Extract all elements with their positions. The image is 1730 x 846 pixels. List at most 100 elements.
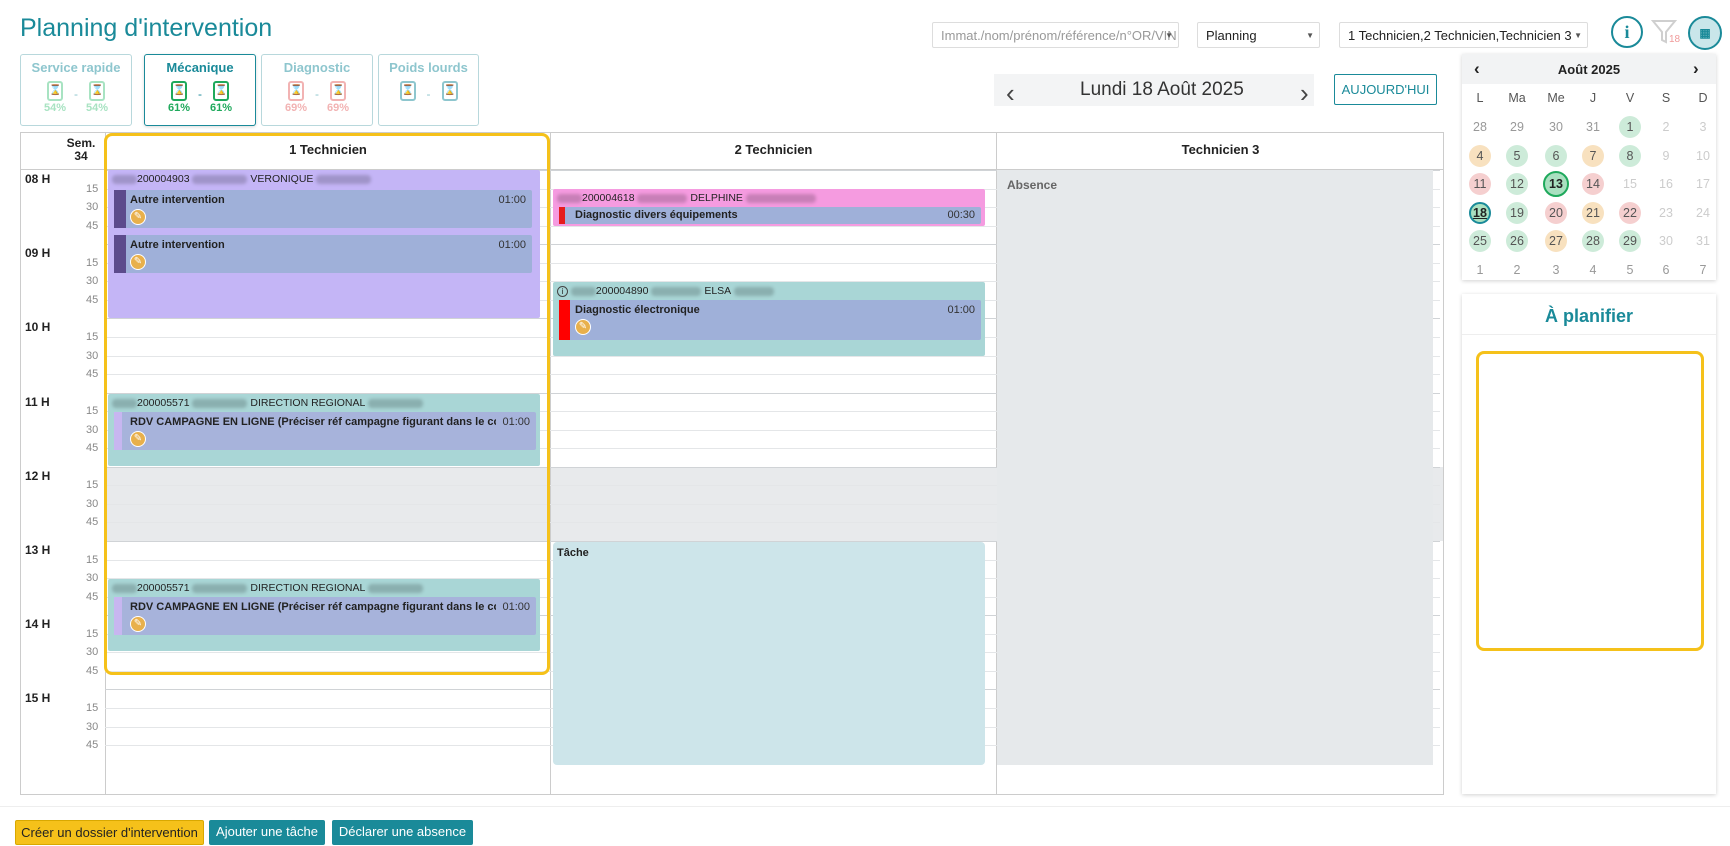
minute-label: 30 — [86, 201, 99, 214]
calendar-day[interactable]: 23 — [1655, 202, 1677, 224]
category-label: Mécanique — [166, 60, 234, 75]
gauge-percent: 61% — [209, 102, 233, 114]
gauge-icon: ⌛ 69% — [327, 81, 349, 114]
add-task-button[interactable]: Ajouter une tâche — [209, 820, 325, 845]
weekday-label: S — [1661, 91, 1671, 105]
gauge-icon: ⌛ 69% — [285, 81, 307, 114]
calendar-day[interactable]: 20 — [1545, 201, 1567, 224]
calendar-day[interactable]: 19 — [1506, 201, 1528, 224]
category-service-rapide[interactable]: Service rapide ⌛ 54% - ⌛ 54% — [20, 54, 132, 126]
calendar-day[interactable]: 16 — [1655, 173, 1677, 195]
gauge-icon: ⌛ 61% — [210, 81, 232, 114]
minute-label: 45 — [86, 739, 99, 752]
calendar-day[interactable]: 5 — [1506, 144, 1528, 167]
hour-label: 12 H — [25, 468, 51, 483]
minute-label: 15 — [86, 627, 99, 640]
task-block[interactable]: Tâche — [553, 542, 985, 765]
calendar-day[interactable]: 2 — [1655, 116, 1677, 138]
calendar-day[interactable]: 8 — [1619, 144, 1641, 167]
calendar-day[interactable]: 17 — [1692, 173, 1714, 195]
calendar-day[interactable]: 27 — [1545, 230, 1567, 252]
calendar-day[interactable]: 3 — [1545, 259, 1567, 281]
category-diagnostic[interactable]: Diagnostic ⌛ 69% - ⌛ 69% — [261, 54, 373, 126]
minute-label: 30 — [86, 275, 99, 288]
calendar-day[interactable]: 5 — [1619, 259, 1641, 281]
gauge-percent: 69% — [284, 102, 308, 114]
calendar-day[interactable]: 30 — [1545, 116, 1567, 138]
calendar-day[interactable]: 14 — [1582, 173, 1604, 195]
create-intervention-button[interactable]: Créer un dossier d'intervention — [15, 820, 204, 845]
calendar-day[interactable]: 6 — [1655, 259, 1677, 281]
calendar-day[interactable]: 29 — [1506, 116, 1528, 138]
column-header: Technicien 3 — [1181, 142, 1260, 157]
calendar-day[interactable]: 30 — [1655, 230, 1677, 252]
calendar-day[interactable]: 31 — [1692, 230, 1714, 252]
today-button[interactable]: AUJOURD'HUI — [1334, 74, 1437, 105]
calendar-day[interactable]: 18 — [1469, 201, 1491, 224]
calendar-day[interactable]: 3 — [1692, 116, 1714, 138]
calendar-day[interactable]: 7 — [1692, 259, 1714, 281]
calendar-day[interactable]: 28 — [1469, 116, 1491, 138]
calendar-day[interactable]: 24 — [1692, 202, 1714, 224]
hour-label: 15 H — [25, 691, 51, 706]
calendar-day[interactable]: 2 — [1506, 259, 1528, 281]
minute-label: 30 — [86, 423, 99, 436]
minute-label: 45 — [86, 293, 99, 306]
gauge-percent: 69% — [326, 102, 350, 114]
technician-select[interactable]: 1 Technicien,2 Technicien,Technicien 3 ▼ — [1339, 22, 1588, 48]
calendar-day[interactable]: 29 — [1619, 230, 1641, 252]
calendar-day[interactable]: 25 — [1469, 230, 1491, 252]
calendar-day[interactable]: 6 — [1545, 144, 1567, 167]
calendar-day[interactable]: 11 — [1469, 173, 1491, 195]
chevron-left-icon[interactable]: ‹ — [1006, 78, 1015, 109]
category-mecanique[interactable]: Mécanique ⌛ 61% - ⌛ 61% — [144, 54, 256, 126]
info-icon: i — [557, 286, 568, 297]
calendar-day[interactable]: 31 — [1582, 116, 1604, 138]
calendar-day[interactable]: 26 — [1506, 230, 1528, 252]
calendar-day[interactable]: 21 — [1582, 201, 1604, 224]
calendar-day[interactable]: 4 — [1582, 259, 1604, 281]
category-poids-lourds[interactable]: Poids lourds ⌛ - ⌛ — [378, 54, 479, 126]
declare-absence-button[interactable]: Déclarer une absence — [332, 820, 473, 845]
calendar-percent-icon[interactable]: ▦ — [1688, 16, 1722, 50]
weekday-label: Me — [1547, 91, 1565, 105]
weekday-label: Ma — [1508, 91, 1526, 105]
minute-label: 15 — [86, 330, 99, 343]
task-label: Tâche — [557, 547, 589, 559]
chevron-down-icon: ▼ — [1574, 31, 1582, 40]
view-select[interactable]: Planning ▼ — [1197, 22, 1320, 48]
appointment-card[interactable]: i 200004890 ELSA Diagnostic électronique… — [553, 282, 985, 356]
calendar-day[interactable]: 10 — [1692, 145, 1714, 167]
category-label: Diagnostic — [283, 60, 351, 75]
filter-button[interactable]: 18 — [1650, 17, 1680, 47]
minute-label: 30 — [86, 572, 99, 585]
calendar-day[interactable]: 12 — [1506, 173, 1528, 195]
chevron-right-icon[interactable]: › — [1300, 78, 1309, 109]
calendar-day[interactable]: 22 — [1619, 201, 1641, 224]
to-plan-title: À planifier — [1544, 306, 1633, 326]
intervention-title: Diagnostic divers équipements — [575, 209, 738, 221]
hour-label: 14 H — [25, 617, 51, 632]
info-icon[interactable]: i — [1611, 16, 1643, 48]
chevron-down-icon: ▼ — [1165, 31, 1173, 40]
intervention-item[interactable]: Diagnostic électronique 01:00 ✎ — [559, 300, 981, 340]
calendar-day[interactable]: 9 — [1655, 145, 1677, 167]
calendar-day[interactable]: 28 — [1582, 230, 1604, 252]
intervention-title: Diagnostic électronique — [575, 304, 700, 316]
category-label: Service rapide — [31, 60, 121, 75]
intervention-item[interactable]: Diagnostic divers équipements 00:30 — [559, 207, 981, 224]
calendar-day[interactable]: 1 — [1619, 116, 1641, 138]
search-input[interactable]: Immat./nom/prénom/référence/n°OR/VIN ▼ — [932, 22, 1179, 48]
gauge-percent: 54% — [85, 102, 109, 114]
calendar-day[interactable]: 4 — [1469, 144, 1491, 167]
absence-block[interactable]: Absence — [997, 170, 1433, 765]
calendar-day[interactable]: 13 — [1543, 171, 1569, 197]
appointment-card[interactable]: 200004618 DELPHINE Diagnostic divers équ… — [553, 189, 985, 226]
minute-label: 15 — [86, 479, 99, 492]
minute-label: 45 — [86, 219, 99, 232]
calendar-day[interactable]: 7 — [1582, 144, 1604, 167]
search-placeholder: Immat./nom/prénom/référence/n°OR/VIN — [941, 28, 1177, 43]
calendar-day[interactable]: 15 — [1619, 173, 1641, 195]
to-plan-dropzone[interactable] — [1476, 351, 1704, 651]
calendar-day[interactable]: 1 — [1469, 259, 1491, 281]
